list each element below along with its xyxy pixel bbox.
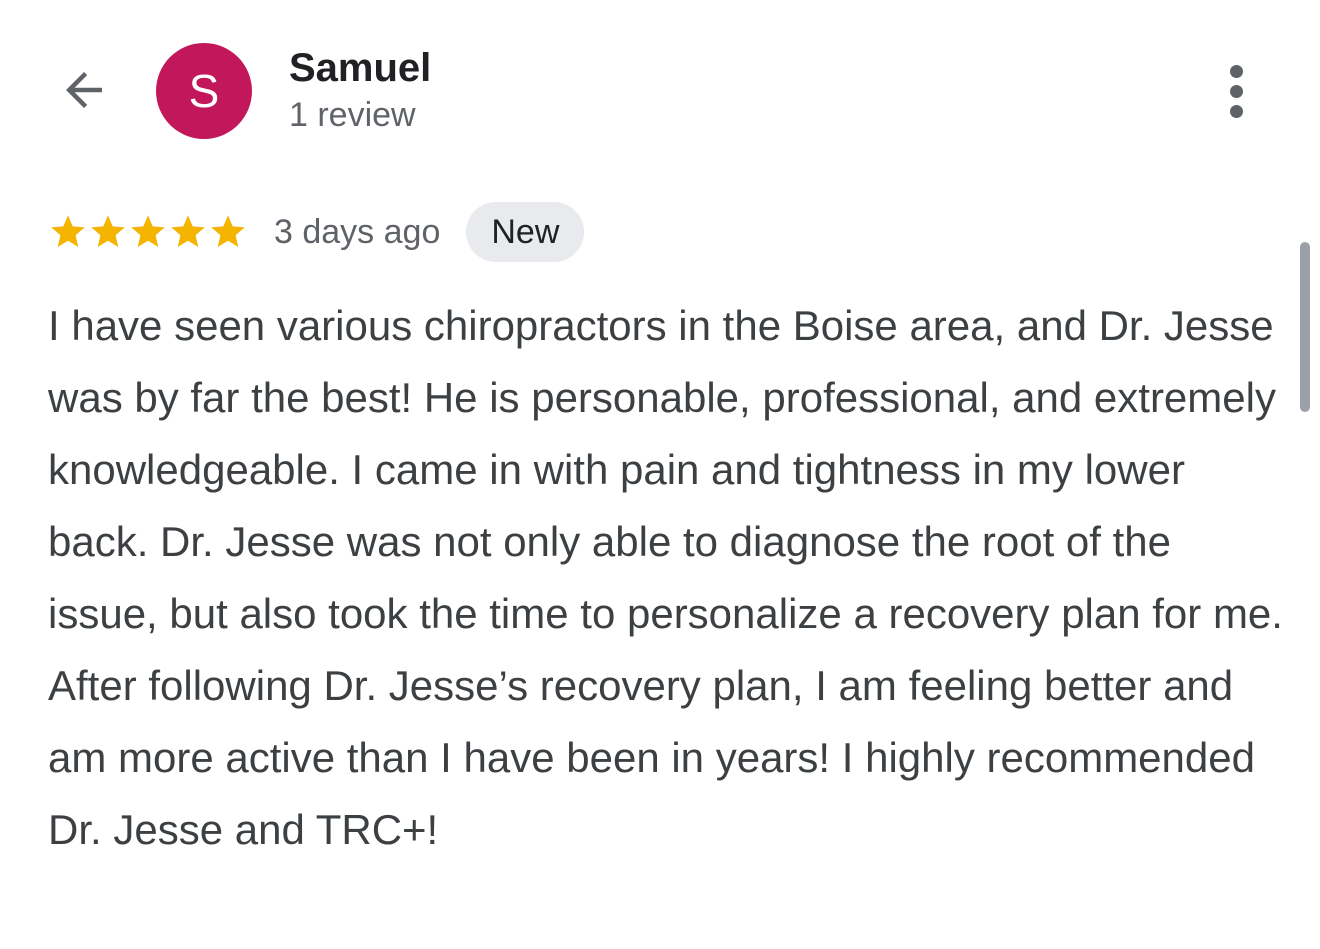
star-icon bbox=[131, 215, 165, 247]
review-count: 1 review bbox=[289, 96, 416, 134]
review-date: 3 days ago bbox=[274, 212, 441, 251]
star-rating bbox=[48, 212, 248, 252]
more-vert-icon-dot bbox=[1229, 104, 1243, 118]
review-header: S Samuel 1 review bbox=[0, 0, 1320, 180]
reviewer-name[interactable]: Samuel bbox=[289, 44, 431, 92]
avatar-letter: S bbox=[188, 65, 220, 117]
more-options-button[interactable] bbox=[1206, 58, 1266, 124]
arrow-left-icon bbox=[66, 72, 102, 108]
more-vert-icon bbox=[1229, 64, 1243, 78]
back-button[interactable] bbox=[52, 58, 116, 122]
avatar[interactable]: S bbox=[156, 43, 252, 139]
star-icon bbox=[171, 215, 205, 247]
star-icon bbox=[211, 215, 245, 247]
scrollbar[interactable] bbox=[1300, 242, 1310, 412]
star-icon bbox=[91, 215, 125, 247]
new-badge: New bbox=[466, 202, 585, 262]
star-icon bbox=[51, 215, 85, 247]
review-text: I have seen various chiropractors in the… bbox=[48, 302, 1283, 853]
rating-row: 3 days ago New bbox=[48, 202, 585, 262]
more-vert-icon-dot bbox=[1229, 84, 1243, 98]
